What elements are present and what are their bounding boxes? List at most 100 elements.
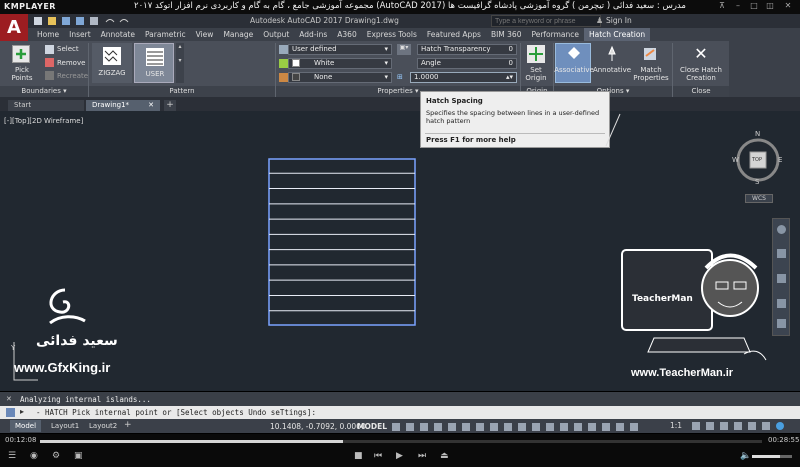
tab-home[interactable]: Home — [32, 28, 64, 41]
close-icon[interactable]: ✕ — [782, 1, 794, 12]
command-customize-icon[interactable] — [6, 408, 15, 417]
capture-icon[interactable]: ◉ — [30, 451, 38, 461]
status-toggle-icons[interactable] — [390, 422, 665, 432]
viewcube-west[interactable]: W — [732, 156, 739, 164]
fullscreen-icon[interactable]: ◫ — [764, 1, 776, 12]
layout-tab-layout1[interactable]: Layout1 — [46, 420, 84, 432]
sign-in-link[interactable]: Sign In — [606, 16, 632, 25]
teacherman-logo-text: TeacherMan — [632, 294, 693, 304]
pattern-panel-title: Pattern — [89, 86, 275, 97]
svg-text:Y: Y — [10, 344, 16, 352]
status-right-icons[interactable] — [690, 421, 795, 431]
player-caption: مجموعه آموزشی جامع ، گام به گام و کاربرد… — [134, 1, 686, 11]
viewport-controls[interactable]: [-][Top][2D Wireframe] — [4, 117, 83, 125]
add-layout-icon[interactable]: + — [124, 420, 132, 430]
boundaries-panel-title[interactable]: Boundaries ▾ — [0, 86, 88, 97]
time-current: 00:12:08 — [5, 436, 37, 444]
viewcube-top[interactable]: TOP — [752, 157, 762, 163]
close-panel-title: Close — [673, 86, 729, 97]
stop-icon[interactable]: ■ — [354, 451, 363, 461]
tab-parametric[interactable]: Parametric — [140, 28, 191, 41]
tab-a360[interactable]: A360 — [332, 28, 361, 41]
remove-button[interactable]: Remove — [57, 59, 85, 67]
hatch-type-select[interactable]: User defined ▾ — [288, 44, 392, 55]
tab-hatch-creation[interactable]: Hatch Creation — [584, 28, 651, 41]
hatch-boundary[interactable] — [268, 158, 416, 326]
tab-drawing1[interactable]: Drawing1* ✕ — [86, 100, 160, 111]
tab-featured-apps[interactable]: Featured Apps — [422, 28, 486, 41]
command-history-text: Analyzing internal islands... — [20, 395, 151, 404]
tab-bim-360[interactable]: BIM 360 — [486, 28, 527, 41]
play-icon[interactable]: ▶ — [396, 451, 403, 461]
angle-field[interactable]: Angle 0 — [417, 58, 517, 69]
tab-manage[interactable]: Manage — [218, 28, 258, 41]
layout-tab-model[interactable]: Model — [10, 420, 42, 432]
close-hatch-icon[interactable]: ✕ — [692, 45, 710, 63]
viewcube-north[interactable]: N — [755, 130, 760, 138]
hatch-border — [268, 158, 416, 326]
set-origin-icon[interactable] — [527, 45, 545, 63]
annotative-button[interactable]: Annotative — [592, 66, 632, 74]
app-file-title: Autodesk AutoCAD 2017 Drawing1.dwg — [250, 16, 399, 25]
tab-output[interactable]: Output — [258, 28, 294, 41]
match-properties-button[interactable]: Match Properties — [632, 66, 670, 82]
pin-icon[interactable]: ⊼ — [716, 1, 728, 12]
close-hatch-button[interactable]: Close Hatch Creation — [674, 66, 728, 82]
tab-insert[interactable]: Insert — [64, 28, 96, 41]
transparency-icon[interactable]: ▣▾ — [397, 44, 411, 55]
tooltip-help: Press F1 for more help — [426, 136, 516, 144]
tab-view[interactable]: View — [191, 28, 219, 41]
transparency-field[interactable]: Hatch Transparency 0 — [417, 44, 517, 55]
associative-toggle[interactable]: Associative — [554, 43, 594, 83]
pattern-scroll[interactable]: ▴ ▾ — [176, 43, 184, 83]
command-recent-icon[interactable]: ▸ — [20, 407, 24, 416]
maximize-icon[interactable]: □ — [748, 1, 760, 12]
background-color-select[interactable]: None ▾ — [288, 72, 392, 83]
tab-add-ins[interactable]: Add-ins — [294, 28, 332, 41]
pattern-user-tile[interactable]: USER — [134, 43, 174, 83]
command-close-icon[interactable]: ✕ — [6, 395, 12, 403]
gfxking-watermark: www.GfxKing.ir — [14, 360, 111, 375]
minimize-icon[interactable]: – — [732, 1, 744, 12]
teacherman-watermark: www.TeacherMan.ir — [631, 367, 734, 379]
layout-tab-layout2[interactable]: Layout2 — [84, 420, 122, 432]
new-tab-icon[interactable]: + — [164, 100, 176, 111]
wcs-menu[interactable]: WCS — [745, 194, 773, 203]
previous-icon[interactable]: ⏮ — [374, 451, 382, 461]
eject-icon[interactable]: ⏏ — [440, 451, 449, 461]
tab-performance[interactable]: Performance — [526, 28, 584, 41]
volume-icon[interactable]: 🔈 — [740, 451, 751, 461]
hatch-color-icon — [279, 59, 288, 68]
search-input[interactable] — [491, 15, 601, 27]
navigation-bar[interactable] — [772, 218, 790, 336]
view-cube[interactable]: N S E W TOP — [732, 130, 784, 190]
tab-start[interactable]: Start — [8, 100, 84, 111]
player-logo: KMPLAYER — [4, 2, 56, 11]
tab-annotate[interactable]: Annotate — [96, 28, 140, 41]
pick-points-icon[interactable] — [12, 45, 30, 63]
select-button[interactable]: Select — [57, 45, 79, 53]
pick-points-button[interactable]: Pick Points — [4, 66, 40, 82]
app-menu-button[interactable]: A — [0, 14, 28, 42]
hatch-color-select[interactable]: White ▾ — [288, 58, 392, 69]
3d-icon[interactable]: ▣ — [74, 451, 83, 461]
set-origin-button[interactable]: Set Origin — [522, 66, 550, 82]
settings-icon[interactable]: ⚙ — [52, 451, 60, 461]
annotation-scale[interactable]: 1:1 — [670, 421, 682, 430]
hatch-type-icon — [279, 45, 288, 54]
coordinates-readout[interactable]: 10.1408, -0.7092, 0.0000 — [270, 422, 366, 431]
pattern-zigzag-tile[interactable]: ZIGZAG — [92, 43, 132, 83]
model-space-toggle[interactable]: MODEL — [357, 422, 387, 431]
eq-icon[interactable]: ☰ — [8, 451, 16, 461]
recreate-button[interactable]: Recreate — [57, 72, 88, 80]
viewcube-south[interactable]: S — [755, 178, 759, 186]
spacing-field[interactable]: 1.0000 ▴▾ — [410, 72, 517, 83]
quick-access-toolbar — [32, 16, 232, 26]
volume-slider[interactable] — [752, 455, 792, 458]
match-properties-icon[interactable] — [641, 45, 659, 63]
next-icon[interactable]: ⏭ — [418, 451, 426, 461]
background-color-icon — [279, 73, 288, 82]
annotative-icon[interactable] — [603, 45, 621, 63]
viewcube-east[interactable]: E — [778, 156, 782, 164]
tab-express-tools[interactable]: Express Tools — [362, 28, 422, 41]
